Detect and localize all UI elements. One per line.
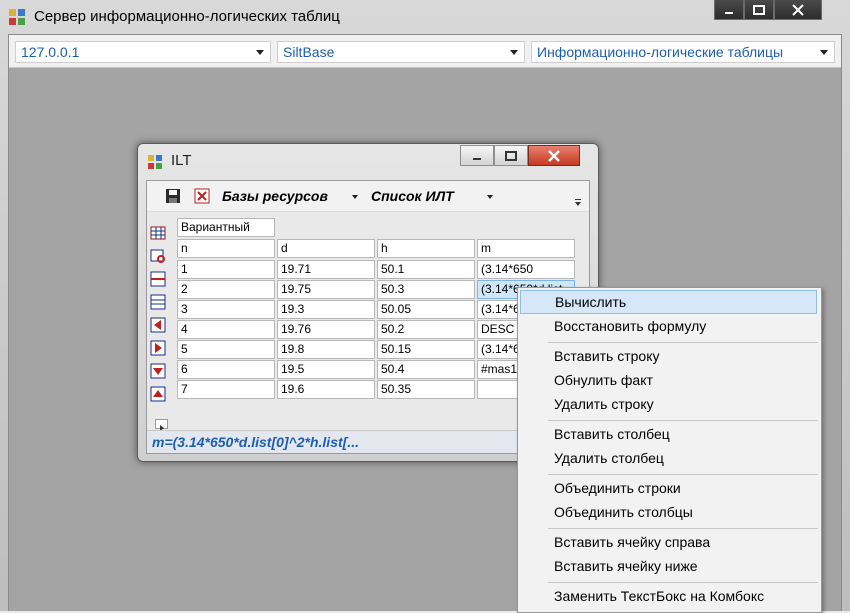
menu-item-delete-row[interactable]: Удалить строку xyxy=(520,392,817,416)
table-cell[interactable]: 50.3 xyxy=(377,280,475,299)
overflow-chevron-icon[interactable] xyxy=(574,199,583,208)
server-value: 127.0.0.1 xyxy=(21,44,80,60)
maximize-button[interactable] xyxy=(744,0,774,20)
top-toolbar: 127.0.0.1 SiltBase Информационно-логичес… xyxy=(9,35,841,68)
ilt-maximize-button[interactable] xyxy=(494,145,528,166)
menu-item-delete-column[interactable]: Удалить столбец xyxy=(520,446,817,470)
menu-item-replace-textbox[interactable]: Заменить ТекстБокс на Комбокс xyxy=(520,584,817,608)
maximize-icon xyxy=(753,4,765,15)
table-cell[interactable]: 3 xyxy=(177,300,275,319)
menu-separator xyxy=(548,582,818,583)
menu-item-insert-column[interactable]: Вставить столбец xyxy=(520,422,817,446)
arrow-up-icon[interactable] xyxy=(150,386,166,402)
resources-label: Базы ресурсов xyxy=(222,188,328,204)
close-button[interactable] xyxy=(774,0,822,20)
ilt-window-icon xyxy=(148,155,162,169)
table-cell[interactable]: 50.2 xyxy=(377,320,475,339)
table-cell[interactable]: 19.6 xyxy=(277,380,375,399)
chevron-down-icon xyxy=(487,195,493,199)
table-cell[interactable]: 50.35 xyxy=(377,380,475,399)
menu-item-insert-cell-right[interactable]: Вставить ячейку справа xyxy=(520,530,817,554)
table-cell[interactable]: 19.5 xyxy=(277,360,375,379)
table-cell[interactable]: 2 xyxy=(177,280,275,299)
delete-icon[interactable] xyxy=(194,188,210,204)
header-d[interactable]: d xyxy=(277,239,375,258)
table-cell[interactable]: 1 xyxy=(177,260,275,279)
chevron-down-icon xyxy=(352,195,358,199)
save-icon[interactable] xyxy=(165,188,181,204)
table-cell[interactable]: 7 xyxy=(177,380,275,399)
title-bar: Сервер информационно-логических таблиц xyxy=(0,0,850,34)
ilt-minimize-button[interactable] xyxy=(460,145,494,166)
arrow-down-icon[interactable] xyxy=(150,363,166,379)
chevron-down-icon xyxy=(820,50,828,55)
row-tools xyxy=(150,225,168,409)
base-value: SiltBase xyxy=(283,44,335,60)
table-search-icon[interactable] xyxy=(150,248,166,264)
arrow-left-icon[interactable] xyxy=(150,317,166,333)
close-icon xyxy=(792,3,804,16)
ilt-list-dropdown[interactable]: Список ИЛТ xyxy=(371,185,499,207)
variant-label: Вариантный xyxy=(177,218,275,237)
window-title: Сервер информационно-логических таблиц xyxy=(34,8,340,25)
close-icon xyxy=(548,149,560,162)
menu-separator xyxy=(548,528,818,529)
minimize-icon xyxy=(725,11,733,14)
table-cell[interactable]: 50.05 xyxy=(377,300,475,319)
table-grid-icon[interactable] xyxy=(150,225,166,241)
menu-separator xyxy=(548,420,818,421)
context-menu: Вычислить Восстановить формулу Вставить … xyxy=(517,287,822,613)
maximize-icon xyxy=(505,150,517,161)
ilt-list-label: Список ИЛТ xyxy=(371,188,454,204)
mode-value: Информационно-логические таблицы xyxy=(537,44,784,60)
server-combo[interactable]: 127.0.0.1 xyxy=(15,41,271,63)
ilt-close-button[interactable] xyxy=(528,145,580,166)
table-cell[interactable]: 19.75 xyxy=(277,280,375,299)
header-h[interactable]: h xyxy=(377,239,475,258)
arrow-right-icon[interactable] xyxy=(150,340,166,356)
table-cell[interactable]: (3.14*650 xyxy=(477,260,575,279)
menu-item-reset-fact[interactable]: Обнулить факт xyxy=(520,368,817,392)
header-n[interactable]: n xyxy=(177,239,275,258)
menu-item-merge-rows[interactable]: Объединить строки xyxy=(520,476,817,500)
caption-buttons xyxy=(714,0,822,20)
table-cell[interactable]: 50.1 xyxy=(377,260,475,279)
menu-item-insert-row[interactable]: Вставить строку xyxy=(520,344,817,368)
chevron-down-icon xyxy=(510,50,518,55)
menu-separator xyxy=(548,342,818,343)
resources-dropdown[interactable]: Базы ресурсов xyxy=(222,185,364,207)
table-cell[interactable]: 19.71 xyxy=(277,260,375,279)
scroll-right-button[interactable] xyxy=(155,419,168,431)
ilt-window-title: ILT xyxy=(171,152,192,169)
base-combo[interactable]: SiltBase xyxy=(277,41,525,63)
menu-item-calculate[interactable]: Вычислить xyxy=(520,290,817,314)
minimize-button[interactable] xyxy=(714,0,744,20)
table-cell[interactable]: 50.4 xyxy=(377,360,475,379)
insert-row-icon[interactable] xyxy=(150,271,166,287)
menu-item-restore-formula[interactable]: Восстановить формулу xyxy=(520,314,817,338)
app-icon xyxy=(9,9,25,25)
header-m[interactable]: m xyxy=(477,239,575,258)
table-cell[interactable]: 19.8 xyxy=(277,340,375,359)
minimize-icon xyxy=(473,157,481,160)
ilt-caption-buttons xyxy=(460,145,580,166)
table-cell[interactable]: 6 xyxy=(177,360,275,379)
table-cell[interactable]: 5 xyxy=(177,340,275,359)
table-cell[interactable]: 4 xyxy=(177,320,275,339)
table-cell[interactable]: 19.76 xyxy=(277,320,375,339)
delete-row-icon[interactable] xyxy=(150,294,166,310)
menu-separator xyxy=(548,474,818,475)
menu-item-merge-columns[interactable]: Объединить столбцы xyxy=(520,500,817,524)
table-cell[interactable]: 19.3 xyxy=(277,300,375,319)
table-cell[interactable]: 50.15 xyxy=(377,340,475,359)
mode-combo[interactable]: Информационно-логические таблицы xyxy=(531,41,835,63)
chevron-down-icon xyxy=(256,50,264,55)
ilt-toolbar: Базы ресурсов Список ИЛТ xyxy=(147,181,589,212)
menu-item-insert-cell-below[interactable]: Вставить ячейку ниже xyxy=(520,554,817,578)
